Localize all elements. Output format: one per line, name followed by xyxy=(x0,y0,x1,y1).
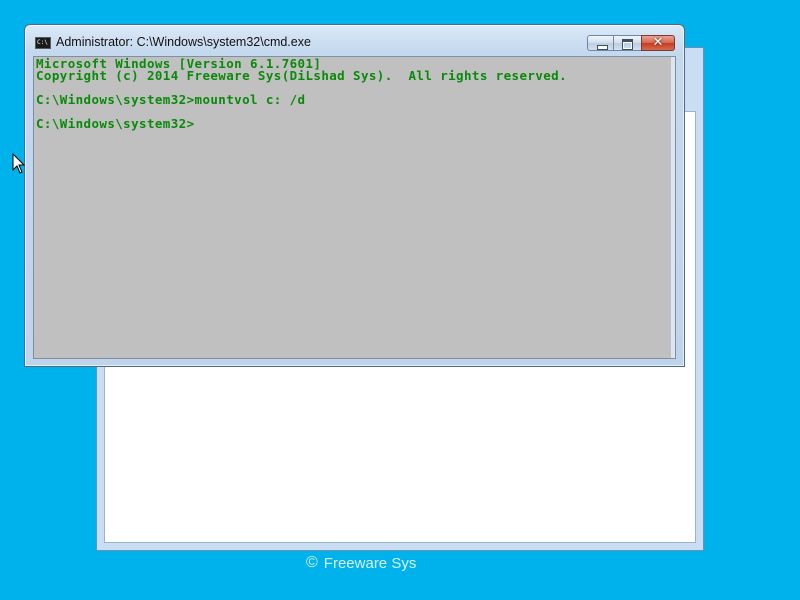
cmd-window[interactable]: C:\ Administrator: C:\Windows\system32\c… xyxy=(24,24,685,367)
caption-buttons: ✕ xyxy=(587,35,675,51)
console-line: C:\Windows\system32>mountvol c: /d xyxy=(36,92,306,107)
window-title: Administrator: C:\Windows\system32\cmd.e… xyxy=(56,35,311,49)
mouse-cursor-icon xyxy=(12,153,26,174)
close-button[interactable]: ✕ xyxy=(641,35,675,51)
footer-credit: © Freeware Sys xyxy=(306,554,416,572)
close-icon: ✕ xyxy=(652,35,664,50)
minimize-button[interactable] xyxy=(587,35,614,51)
footer-brand: Freeware Sys xyxy=(323,554,417,572)
console-output[interactable]: Microsoft Windows [Version 6.1.7601] Cop… xyxy=(33,56,676,359)
copyright-icon: © xyxy=(306,554,318,571)
console-line: Copyright (c) 2014 Freeware Sys(DiLshad … xyxy=(36,68,568,83)
cmd-icon: C:\ xyxy=(35,37,51,49)
console-scrollbar[interactable] xyxy=(671,57,675,358)
console-prompt[interactable]: C:\Windows\system32> xyxy=(36,117,675,130)
maximize-icon xyxy=(622,39,633,50)
maximize-button[interactable] xyxy=(614,35,641,51)
title-bar[interactable]: C:\ Administrator: C:\Windows\system32\c… xyxy=(25,25,684,55)
minimize-icon xyxy=(597,45,608,50)
